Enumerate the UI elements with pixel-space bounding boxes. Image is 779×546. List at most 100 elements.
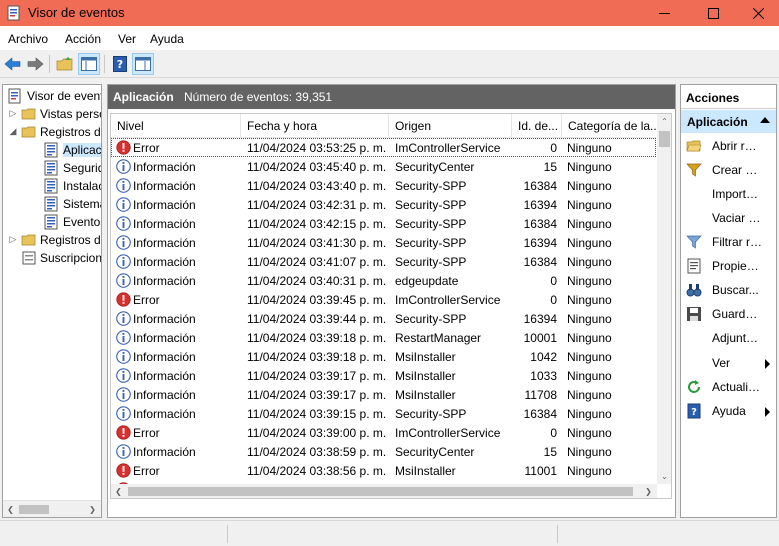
table-row[interactable]: Error 11/04/2024 03:39:45 p. m. ImControll…: [111, 290, 656, 309]
scroll-right-icon[interactable]: ❯: [641, 484, 656, 498]
table-row[interactable]: Información 11/04/2024 03:41:30 p. m. Secu…: [111, 233, 656, 252]
column-header-category[interactable]: Categoría de la...: [562, 114, 657, 138]
tree-item-event-viewer[interactable]: Visor de eventos (Local): [7, 87, 101, 105]
action-guardar-todos-los-eventos-como[interactable]: Guardar todos los eventos como...: [681, 303, 776, 325]
event-id-cell: 16394: [523, 236, 557, 250]
scroll-up-icon[interactable]: ⌃: [657, 114, 671, 129]
scroll-thumb[interactable]: [128, 487, 633, 496]
tree-label: Registros de aplicaciones y servicios: [40, 233, 101, 247]
level-cell: Información: [133, 331, 196, 345]
column-header-date[interactable]: Fecha y hora: [241, 114, 389, 138]
scroll-left-icon[interactable]: ❮: [111, 484, 126, 498]
info-icon: [116, 387, 131, 402]
menu-ayuda[interactable]: Ayuda: [150, 32, 184, 46]
category-cell: Ninguno: [567, 236, 612, 250]
table-row[interactable]: Información 11/04/2024 03:38:59 p. m. Secu…: [111, 442, 656, 461]
forward-button[interactable]: [24, 53, 46, 75]
action-crear-vista-personalizada[interactable]: Crear vista personalizada...: [681, 159, 776, 181]
event-id-cell: 1042: [530, 350, 557, 364]
scroll-thumb[interactable]: [19, 505, 49, 514]
status-bar: [0, 520, 779, 546]
properties-button[interactable]: [132, 53, 154, 75]
action-adjuntar-una-tarea-a-este-registro[interactable]: Adjuntar una tarea a este registro...: [681, 327, 776, 349]
table-row[interactable]: Información 11/04/2024 03:39:44 p. m. Secu…: [111, 309, 656, 328]
scroll-down-icon[interactable]: ⌄: [657, 469, 671, 484]
tree-item-windows-logs[interactable]: ◢ Registros de Windows: [7, 123, 101, 141]
event-count: Número de eventos: 39,351: [184, 90, 333, 104]
action-buscar[interactable]: Buscar...: [681, 279, 776, 301]
table-row[interactable]: Información 11/04/2024 03:39:18 p. m. MsiI…: [111, 347, 656, 366]
expand-icon[interactable]: ▷: [7, 233, 19, 245]
table-row[interactable]: Información 11/04/2024 03:39:18 p. m. Rest…: [111, 328, 656, 347]
action-actualizar[interactable]: Actualizar: [681, 376, 776, 398]
source-cell: ImControllerService: [395, 141, 501, 155]
action-label: Filtrar registro actual...: [712, 235, 762, 249]
column-header-level[interactable]: Nivel: [111, 114, 241, 138]
table-row[interactable]: Información 11/04/2024 03:39:17 p. m. MsiI…: [111, 366, 656, 385]
expand-icon[interactable]: ▷: [7, 107, 19, 119]
source-cell: ImControllerService: [395, 293, 501, 307]
action-ver[interactable]: Ver: [681, 352, 776, 374]
date-cell: 11/04/2024 03:43:40 p. m.: [247, 179, 387, 193]
event-id-cell: 16394: [523, 312, 557, 326]
maximize-icon: [707, 7, 719, 19]
tree-item-setup[interactable]: Instalación: [25, 177, 101, 195]
tree-item-forwarded-events[interactable]: Eventos reenviados: [25, 213, 101, 231]
horizontal-scrollbar[interactable]: ❮ ❯: [111, 484, 657, 498]
table-row[interactable]: Error 11/04/2024 03:53:25 p. m. ImControll…: [111, 138, 656, 157]
up-folder-button[interactable]: [54, 53, 76, 75]
scroll-thumb[interactable]: [659, 131, 670, 147]
column-header-id[interactable]: Id. de...: [512, 114, 562, 138]
back-button[interactable]: [2, 53, 24, 75]
tree-item-app-service-logs[interactable]: ▷ Registros de aplicaciones y servicios: [7, 231, 101, 249]
table-row[interactable]: Información 11/04/2024 03:39:15 p. m. Secu…: [111, 404, 656, 423]
tree-label: Seguridad: [63, 161, 101, 175]
action-filtrar-registro-actual[interactable]: Filtrar registro actual...: [681, 231, 776, 253]
menu-archivo[interactable]: Archivo: [8, 32, 48, 46]
menu-ver[interactable]: Ver: [118, 32, 136, 46]
help-button[interactable]: ?: [109, 53, 131, 75]
scroll-left-icon[interactable]: ❮: [3, 502, 18, 517]
action-abrir-registro-guardado[interactable]: Abrir registro guardado...: [681, 135, 776, 157]
vertical-scrollbar[interactable]: ⌃ ⌄: [657, 114, 671, 484]
maximize-button[interactable]: [690, 0, 736, 26]
tree-item-system[interactable]: Sistema: [25, 195, 101, 213]
source-cell: ImControllerService: [395, 426, 501, 440]
back-icon: [4, 57, 21, 71]
action-propiedades[interactable]: Propiedades: [681, 255, 776, 277]
event-id-cell: 10001: [523, 331, 557, 345]
tree-item-security[interactable]: Seguridad: [25, 159, 101, 177]
svg-text:?: ?: [117, 58, 123, 71]
tree-horizontal-scrollbar[interactable]: ❮ ❯: [3, 500, 101, 517]
category-cell: Ninguno: [567, 369, 612, 383]
menu-accion[interactable]: Acción: [65, 32, 101, 46]
source-cell: Security-SPP: [395, 179, 467, 193]
table-row[interactable]: Error 11/04/2024 03:38:56 p. m. MsiInstall…: [111, 461, 656, 480]
table-row[interactable]: Información 11/04/2024 03:39:17 p. m. MsiI…: [111, 385, 656, 404]
table-row[interactable]: Información 11/04/2024 03:41:07 p. m. Secu…: [111, 252, 656, 271]
tree-item-application[interactable]: Aplicación: [25, 141, 101, 159]
table-row[interactable]: Error 11/04/2024 03:39:00 p. m. ImControll…: [111, 423, 656, 442]
show-hide-tree-button[interactable]: [78, 53, 100, 75]
tree-item-custom-views[interactable]: ▷ Vistas personalizadas: [7, 105, 101, 123]
table-row[interactable]: Información 11/04/2024 03:40:31 p. m. edge…: [111, 271, 656, 290]
table-row[interactable]: Información 11/04/2024 03:42:15 p. m. Secu…: [111, 214, 656, 233]
action-importar-vista-personalizada[interactable]: Importar vista personalizada...: [681, 183, 776, 205]
actions-section-header[interactable]: Aplicación: [681, 110, 776, 133]
action-ayuda[interactable]: ? Ayuda: [681, 400, 776, 422]
action-label: Importar vista personalizada...: [712, 187, 762, 201]
table-row[interactable]: Información 11/04/2024 03:43:40 p. m. Secu…: [111, 176, 656, 195]
tree-item-subscriptions[interactable]: Suscripciones: [7, 249, 101, 267]
action-vaciar-registro[interactable]: Vaciar registro...: [681, 207, 776, 229]
scroll-right-icon[interactable]: ❯: [85, 502, 100, 517]
level-cell: Información: [133, 217, 196, 231]
level-cell: Error: [133, 293, 160, 307]
table-row[interactable]: Información 11/04/2024 03:45:40 p. m. Secu…: [111, 157, 656, 176]
minimize-button[interactable]: [641, 0, 687, 26]
close-button[interactable]: [735, 0, 779, 26]
info-icon: [116, 330, 131, 345]
column-header-source[interactable]: Origen: [389, 114, 512, 138]
collapse-icon[interactable]: ◢: [7, 125, 19, 137]
table-row[interactable]: Información 11/04/2024 03:42:31 p. m. Secu…: [111, 195, 656, 214]
open-folder-icon: [686, 140, 702, 152]
